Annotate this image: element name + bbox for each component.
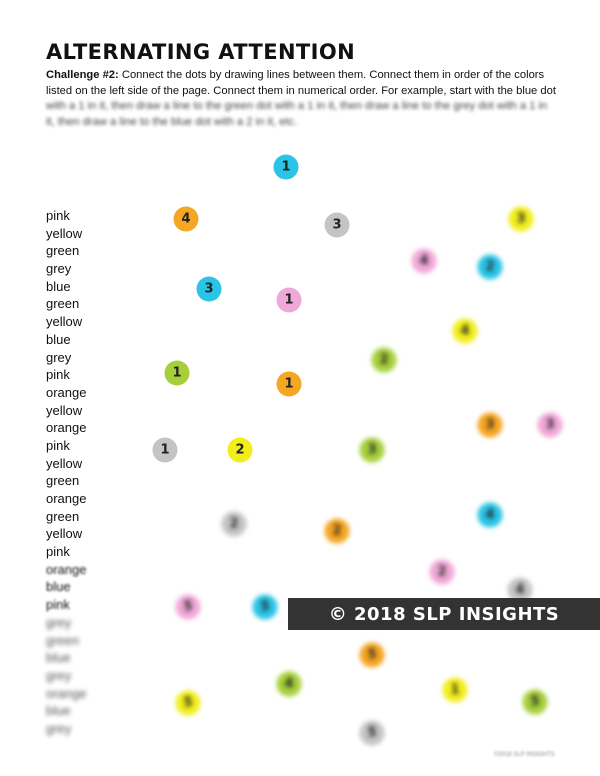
color-list-item: yellow	[46, 455, 83, 471]
orange-dot-4: 4	[173, 206, 199, 232]
color-list-item: grey	[46, 261, 72, 277]
blue-dot-5: 5	[252, 594, 278, 620]
footer-copyright: ©2018 SLP INSIGHTS	[494, 752, 555, 758]
color-list-item: blue	[46, 278, 71, 294]
color-list-item: green	[46, 632, 80, 648]
grey-dot-1: 1	[152, 437, 178, 463]
copyright-watermark: © 2018 SLP INSIGHTS	[288, 598, 600, 630]
instructions-text-blurred: with a 1 in it, then draw a line to the …	[46, 100, 548, 128]
yellow-dot-3: 3	[508, 206, 534, 232]
challenge-label: Challenge #2:	[46, 69, 119, 81]
color-list-item: grey	[46, 614, 72, 630]
orange-dot-5: 5	[359, 642, 385, 668]
instructions-text: Connect the dots by drawing lines betwee…	[46, 69, 556, 97]
color-list-item: orange	[46, 420, 87, 436]
blue-dot-4: 4	[477, 502, 503, 528]
color-list-item: pink	[46, 597, 70, 613]
color-list-item: green	[46, 243, 80, 259]
pink-dot-2: 2	[429, 559, 455, 585]
green-dot-1: 1	[164, 360, 190, 386]
color-list-item: yellow	[46, 526, 83, 542]
green-dot-4: 4	[276, 671, 302, 697]
color-list-item: yellow	[46, 402, 83, 418]
color-list-item: blue	[46, 650, 71, 666]
color-list-item: orange	[46, 561, 87, 577]
color-sequence-list: pink yellow green grey blue green yellow…	[46, 207, 86, 738]
orange-dot-1: 1	[276, 371, 302, 397]
blue-dot-3: 3	[196, 276, 222, 302]
color-list-item: grey	[46, 720, 72, 736]
color-list-item: orange	[46, 491, 87, 506]
color-list-item: orange	[46, 384, 87, 400]
yellow-dot-5: 5	[175, 690, 201, 716]
blue-dot-2: 2	[477, 254, 503, 280]
color-list-item: blue	[46, 703, 71, 719]
yellow-dot-4: 4	[452, 318, 478, 344]
orange-dot-3: 3	[477, 412, 503, 438]
color-list-item: grey	[46, 667, 72, 683]
color-list-item: green	[46, 473, 80, 489]
color-list-item: yellow	[46, 314, 83, 330]
orange-dot-2: 2	[324, 518, 350, 544]
grey-dot-2: 2	[221, 511, 247, 537]
color-list-item: pink	[46, 544, 70, 560]
blue-dot-1: 1	[273, 154, 299, 180]
green-dot-3: 3	[359, 437, 385, 463]
green-dot-5: 5	[522, 689, 548, 715]
pink-dot-1: 1	[276, 287, 302, 313]
yellow-dot-2: 2	[227, 437, 253, 463]
color-list-item: green	[46, 508, 80, 524]
color-list-item: green	[46, 296, 80, 312]
color-list-item: pink	[46, 208, 70, 223]
grey-dot-5: 5	[359, 720, 385, 746]
color-list-item: pink	[46, 367, 70, 383]
color-list-item: blue	[46, 579, 71, 595]
yellow-dot-1: 1	[442, 677, 468, 703]
pink-dot-3: 3	[537, 412, 563, 438]
page-title: ALTERNATING ATTENTION	[46, 40, 356, 64]
color-list-item: pink	[46, 437, 70, 453]
color-list-item: grey	[46, 349, 72, 365]
pink-dot-5: 5	[175, 594, 201, 620]
color-list-item: orange	[46, 685, 87, 701]
color-list-item: yellow	[46, 225, 83, 241]
color-list-item: blue	[46, 331, 71, 347]
pink-dot-4: 4	[411, 248, 437, 274]
green-dot-2: 2	[371, 347, 397, 373]
instructions: Challenge #2: Connect the dots by drawin…	[46, 68, 556, 130]
grey-dot-3: 3	[324, 212, 350, 238]
